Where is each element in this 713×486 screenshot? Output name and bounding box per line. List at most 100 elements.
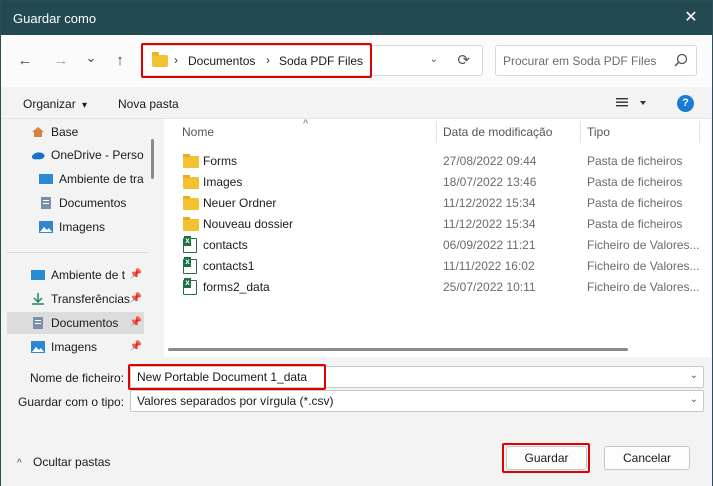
help-icon[interactable]: ? (677, 95, 694, 112)
chevron-up-icon: ^ (17, 458, 22, 469)
folder-icon (183, 154, 199, 168)
column-divider (436, 121, 437, 143)
home-icon (32, 127, 44, 137)
sidebar-item-onedrive[interactable]: OneDrive - Person (7, 144, 144, 166)
download-icon (32, 293, 44, 305)
pin-icon[interactable]: 📌 (130, 264, 142, 286)
search-icon[interactable] (674, 53, 688, 67)
sidebar-scrollbar[interactable] (151, 139, 154, 179)
dialog-title: Guardar como (13, 11, 97, 26)
view-options-icon[interactable] (616, 96, 646, 110)
file-date: 11/12/2022 15:34 (443, 196, 536, 210)
filename-label: Nome de ficheiro: (30, 371, 125, 385)
image-icon (31, 341, 45, 353)
desktop-icon (39, 174, 53, 184)
pin-icon[interactable]: 📌 (130, 288, 142, 310)
organize-label: Organizar (23, 97, 76, 111)
file-type: Ficheiro de Valores... (587, 280, 700, 294)
file-row-images[interactable]: Images 18/07/2022 13:46 Pasta de ficheir… (164, 172, 704, 193)
file-date: 18/07/2022 13:46 (443, 175, 537, 189)
column-header-date[interactable]: Data de modificação (443, 119, 552, 145)
column-divider (580, 121, 581, 143)
sidebar-item-imagens-onedrive[interactable]: Imagens (7, 216, 144, 238)
file-name: contacts (203, 238, 248, 252)
navigation-bar: ← → ⌄ ↑ › Documentos › Soda PDF Files ⌄ … (1, 35, 712, 87)
filetype-select[interactable]: Valores separados por vírgula (*.csv) ⌄ (130, 390, 704, 412)
refresh-icon[interactable]: ⟳ (457, 51, 470, 69)
column-header-name[interactable]: Nome (182, 119, 214, 145)
sidebar-item-documentos-onedrive[interactable]: Documentos (7, 192, 144, 214)
sidebar-item-desktop-onedrive[interactable]: Ambiente de tra (7, 168, 144, 190)
document-icon (41, 197, 51, 209)
file-type: Pasta de ficheiros (587, 196, 683, 210)
file-row-nouveau-dossier[interactable]: Nouveau dossier 11/12/2022 15:34 Pasta d… (164, 214, 704, 235)
file-row-forms[interactable]: Forms 27/08/2022 09:44 Pasta de ficheiro… (164, 151, 704, 172)
filename-highlight-box (128, 364, 326, 390)
address-dropdown-icon[interactable]: ⌄ (430, 54, 438, 65)
cloud-icon (31, 152, 45, 160)
folder-icon (183, 175, 199, 189)
recent-locations-chevron-icon[interactable]: ⌄ (82, 49, 100, 67)
file-date: 25/07/2022 10:11 (443, 280, 536, 294)
file-name: Forms (203, 154, 237, 168)
chevron-down-icon[interactable]: ⌄ (690, 394, 698, 405)
file-name: contacts1 (203, 259, 255, 273)
save-highlight-box (502, 443, 590, 473)
file-name: Images (203, 175, 243, 189)
back-arrow-icon[interactable]: ← (16, 52, 34, 70)
file-list: Nome ^ Data de modificação Tipo Forms 27… (164, 118, 711, 357)
column-header-type[interactable]: Tipo (587, 119, 610, 145)
file-date: 11/11/2022 16:02 (443, 259, 535, 273)
pin-icon[interactable]: 📌 (130, 312, 142, 334)
horizontal-scrollbar[interactable] (168, 348, 628, 351)
filetype-label: Guardar com o tipo: (18, 395, 125, 409)
sidebar-item-transferencias[interactable]: Transferências 📌 (7, 288, 144, 310)
file-type: Ficheiro de Valores... (587, 238, 700, 252)
file-name: Nouveau dossier (203, 217, 294, 231)
filetype-value: Valores separados por vírgula (*.csv) (137, 394, 334, 408)
file-date: 27/08/2022 09:44 (443, 154, 537, 168)
hide-folders-label: Ocultar pastas (33, 455, 111, 469)
chevron-down-icon: ▾ (82, 100, 88, 111)
document-icon (33, 317, 43, 329)
sidebar-item-documentos-selected[interactable]: Documentos 📌 (7, 312, 144, 334)
up-arrow-icon[interactable]: ↑ (111, 52, 129, 70)
pin-icon[interactable]: 📌 (130, 336, 142, 357)
file-row-contacts[interactable]: contacts 06/09/2022 11:21 Ficheiro de Va… (164, 235, 704, 256)
desktop-icon (31, 270, 45, 280)
file-row-forms2-data[interactable]: forms2_data 25/07/2022 10:11 Ficheiro de… (164, 277, 704, 298)
new-folder-button[interactable]: Nova pasta (118, 97, 179, 111)
file-type: Pasta de ficheiros (587, 217, 683, 231)
close-icon[interactable]: ✕ (680, 7, 702, 29)
folder-icon (183, 196, 199, 210)
save-as-dialog: Guardar como ✕ ← → ⌄ ↑ › Documentos › So… (0, 0, 713, 486)
search-box[interactable] (495, 45, 697, 76)
hide-folders-toggle[interactable]: ^ Ocultar pastas (17, 455, 110, 469)
sidebar-item-base[interactable]: Base (7, 121, 144, 143)
forward-arrow-icon[interactable]: → (52, 52, 70, 70)
sidebar-divider (7, 252, 147, 253)
excel-icon (183, 257, 197, 274)
column-divider (699, 121, 700, 143)
folder-icon (183, 217, 199, 231)
file-type: Pasta de ficheiros (587, 154, 683, 168)
file-date: 11/12/2022 15:34 (443, 217, 536, 231)
cancel-button[interactable]: Cancelar (604, 446, 690, 470)
navigation-pane: Base OneDrive - Person Ambiente de tra D… (1, 119, 156, 357)
file-row-contacts1[interactable]: contacts1 11/11/2022 16:02 Ficheiro de V… (164, 256, 704, 277)
file-name: Neuer Ordner (203, 196, 277, 210)
address-highlight-box (141, 43, 372, 78)
sidebar-item-desktop-pinned[interactable]: Ambiente de t 📌 (7, 264, 144, 286)
search-input[interactable] (503, 52, 668, 70)
file-type: Ficheiro de Valores... (587, 259, 700, 273)
save-form: Nome de ficheiro: New Portable Document … (1, 357, 712, 486)
chevron-down-icon[interactable]: ⌄ (690, 370, 698, 381)
sidebar-item-imagens-pinned[interactable]: Imagens 📌 (7, 336, 144, 357)
organize-menu[interactable]: Organizar ▾ (23, 97, 87, 111)
sort-ascending-icon: ^ (303, 118, 309, 130)
image-icon (39, 221, 53, 233)
excel-icon (183, 278, 197, 295)
file-type: Pasta de ficheiros (587, 175, 683, 189)
file-row-neuer-ordner[interactable]: Neuer Ordner 11/12/2022 15:34 Pasta de f… (164, 193, 704, 214)
file-date: 06/09/2022 11:21 (443, 238, 536, 252)
